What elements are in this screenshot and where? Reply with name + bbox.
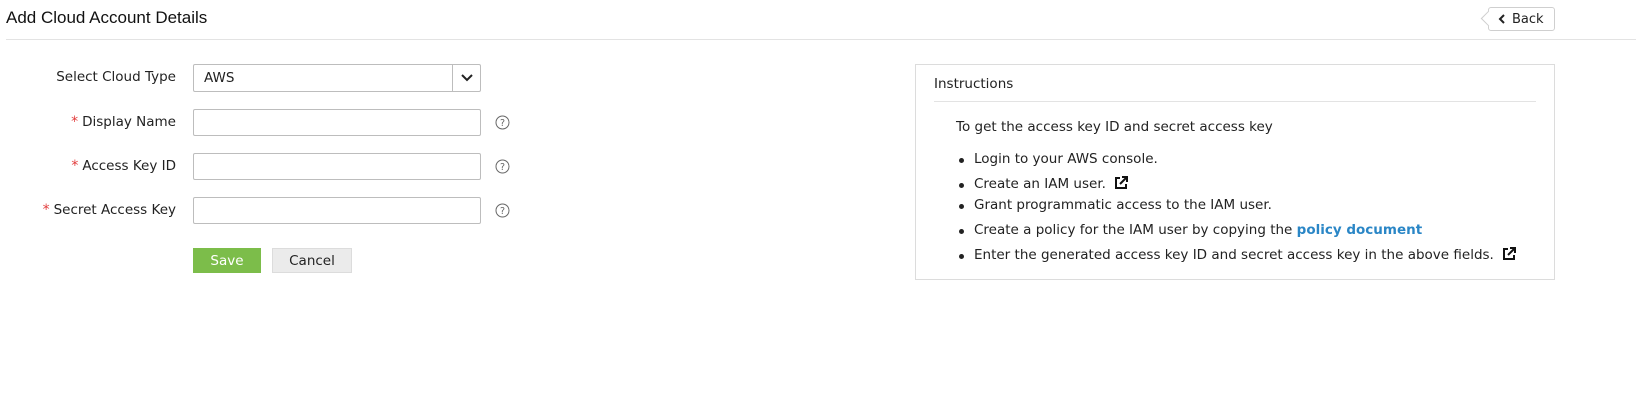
svg-text:?: ? bbox=[500, 206, 505, 217]
secret-key-row: * Secret Access Key bbox=[0, 197, 176, 225]
list-item: Create an IAM user. bbox=[956, 176, 1128, 192]
back-button[interactable]: Back bbox=[1488, 7, 1555, 31]
help-icon[interactable]: ? bbox=[495, 159, 510, 174]
secret-key-field[interactable] bbox=[193, 197, 481, 224]
cancel-button[interactable]: Cancel bbox=[272, 248, 352, 273]
help-icon[interactable]: ? bbox=[495, 203, 510, 218]
access-key-field[interactable] bbox=[193, 153, 481, 180]
external-link-icon[interactable] bbox=[1502, 247, 1516, 261]
list-item: Login to your AWS console. bbox=[956, 151, 1158, 167]
instructions-divider bbox=[934, 101, 1536, 102]
help-icon[interactable]: ? bbox=[495, 115, 510, 130]
instructions-panel: Instructions To get the access key ID an… bbox=[915, 64, 1555, 280]
instructions-title: Instructions bbox=[934, 76, 1014, 92]
display-name-row: * Display Name bbox=[0, 109, 176, 137]
list-item: Enter the generated access key ID and se… bbox=[956, 247, 1516, 263]
policy-document-link[interactable]: policy document bbox=[1297, 222, 1423, 238]
access-key-label: * Access Key ID bbox=[71, 158, 176, 174]
save-button[interactable]: Save bbox=[193, 248, 261, 273]
cloud-type-row: Select Cloud Type bbox=[0, 64, 176, 92]
cloud-type-value: AWS bbox=[204, 70, 235, 86]
header-divider bbox=[6, 39, 1636, 40]
svg-text:?: ? bbox=[500, 118, 505, 129]
list-item: Create a policy for the IAM user by copy… bbox=[956, 222, 1422, 238]
external-link-icon[interactable] bbox=[1114, 176, 1128, 190]
svg-text:?: ? bbox=[500, 162, 505, 173]
required-marker: * bbox=[42, 202, 50, 218]
page-title: Add Cloud Account Details bbox=[6, 8, 208, 27]
required-marker: * bbox=[71, 114, 79, 130]
chevron-left-icon bbox=[1498, 14, 1506, 24]
back-label: Back bbox=[1512, 11, 1544, 27]
instructions-intro: To get the access key ID and secret acce… bbox=[956, 119, 1273, 135]
list-item: Grant programmatic access to the IAM use… bbox=[956, 197, 1272, 213]
chevron-down-icon[interactable] bbox=[452, 65, 480, 91]
required-marker: * bbox=[71, 158, 79, 174]
display-name-label: * Display Name bbox=[71, 114, 176, 130]
cloud-type-select[interactable]: AWS bbox=[193, 64, 481, 92]
display-name-field[interactable] bbox=[193, 109, 481, 136]
page-header: Add Cloud Account Details Back bbox=[0, 0, 1638, 40]
cloud-type-label: Select Cloud Type bbox=[56, 69, 176, 85]
secret-key-label: * Secret Access Key bbox=[42, 202, 176, 218]
access-key-row: * Access Key ID bbox=[0, 153, 176, 181]
